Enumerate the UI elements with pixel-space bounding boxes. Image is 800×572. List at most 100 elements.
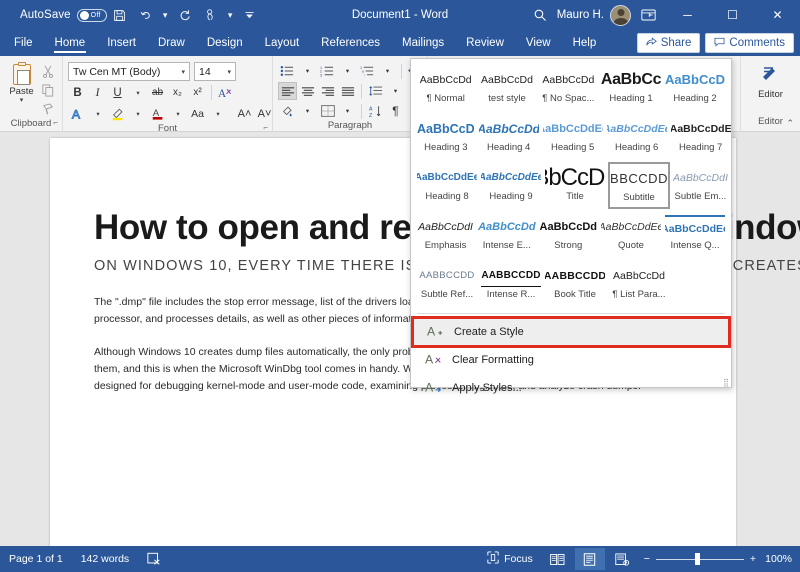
align-center-icon[interactable] — [298, 82, 317, 100]
search-icon[interactable] — [523, 8, 557, 22]
strikethrough-button[interactable]: ab — [148, 83, 167, 102]
font-size-combo[interactable]: 14 ▾ — [194, 62, 236, 81]
font-name-combo[interactable]: Tw Cen MT (Body) ▾ — [68, 62, 190, 81]
multilevel-list-icon[interactable]: 1ai — [358, 62, 377, 80]
style-item-heading-3[interactable]: AaBbCcD Heading 3 — [416, 113, 476, 160]
paste-button[interactable]: Paste ▾ — [5, 60, 38, 105]
tab-review[interactable]: Review — [455, 30, 515, 56]
style-item-list-paragraph[interactable]: AaBbCcDd ¶ List Para... — [608, 260, 670, 307]
user-name[interactable]: Mauro H. — [557, 9, 604, 21]
proofing-errors-icon[interactable] — [138, 546, 170, 572]
minimize-button[interactable]: ─ — [665, 0, 710, 30]
bullets-icon[interactable] — [278, 62, 297, 80]
save-icon[interactable] — [107, 2, 133, 28]
bullets-dropdown-icon[interactable]: ▾ — [298, 62, 317, 80]
multilevel-dropdown-icon[interactable]: ▾ — [378, 62, 397, 80]
style-item-quote[interactable]: AaBbCcDdEe Quote — [600, 211, 662, 258]
clear-formatting-icon[interactable]: A — [216, 83, 235, 102]
superscript-button[interactable]: x² — [188, 83, 207, 102]
numbering-dropdown-icon[interactable]: ▾ — [338, 62, 357, 80]
collapse-ribbon-icon[interactable]: ⌃ — [786, 118, 794, 129]
redo-icon[interactable] — [172, 2, 198, 28]
customize-quick-access-icon[interactable] — [237, 2, 263, 28]
cut-icon[interactable] — [38, 62, 57, 80]
autosave-toggle[interactable]: Off — [77, 9, 107, 22]
tab-view[interactable]: View — [515, 30, 562, 56]
style-item-subtitle[interactable]: AABBCCDDEE Subtitle — [608, 162, 670, 209]
share-button[interactable]: Share — [637, 33, 701, 53]
avatar[interactable] — [610, 5, 631, 26]
style-item-heading-5[interactable]: AaBbCcDdEe Heading 5 — [542, 113, 604, 160]
tab-design[interactable]: Design — [196, 30, 254, 56]
style-item-intense-quote[interactable]: AaBbCcDdEe Intense Q... — [664, 211, 726, 258]
tab-layout[interactable]: Layout — [254, 30, 311, 56]
shading-dropdown-icon[interactable]: ▾ — [298, 102, 317, 120]
underline-dropdown-icon[interactable]: ▾ — [128, 83, 147, 102]
format-painter-icon[interactable] — [38, 100, 57, 118]
web-layout-icon[interactable] — [607, 548, 637, 570]
italic-button[interactable]: I — [88, 83, 107, 102]
word-count[interactable]: 142 words — [72, 546, 138, 572]
zoom-slider-thumb[interactable] — [695, 553, 700, 565]
ribbon-display-options-icon[interactable] — [631, 9, 665, 21]
read-mode-icon[interactable] — [543, 548, 573, 570]
numbering-icon[interactable]: 123 — [318, 62, 337, 80]
style-item-heading-9[interactable]: AaBbCcDdEe Heading 9 — [480, 162, 542, 209]
tab-insert[interactable]: Insert — [96, 30, 147, 56]
show-formatting-marks-icon[interactable]: ¶ — [386, 102, 405, 120]
style-item-heading-7[interactable]: AaBbCcDdE Heading 7 — [670, 113, 732, 160]
borders-dropdown-icon[interactable]: ▾ — [338, 102, 357, 120]
style-item-emphasis[interactable]: AaBbCcDdI Emphasis — [416, 211, 475, 258]
close-button[interactable]: ✕ — [755, 0, 800, 30]
undo-icon[interactable] — [133, 2, 159, 28]
style-item-intense-emphasis[interactable]: AaBbCcDd Intense E... — [477, 211, 536, 258]
shading-icon[interactable] — [278, 102, 297, 120]
zoom-out-button[interactable]: − — [644, 553, 650, 565]
tab-references[interactable]: References — [310, 30, 391, 56]
editor-button[interactable]: Editor — [746, 60, 795, 100]
style-item-intense-reference[interactable]: AABBCCDD Intense R... — [480, 260, 542, 307]
style-item-book-title[interactable]: AABBCCDD Book Title — [544, 260, 606, 307]
undo-dropdown-icon[interactable]: ▾ — [159, 2, 172, 28]
zoom-slider[interactable] — [656, 553, 744, 565]
text-highlight-color-icon[interactable] — [108, 104, 127, 123]
subscript-button[interactable]: x₂ — [168, 83, 187, 102]
style-item-normal[interactable]: AaBbCcDd ¶ Normal — [416, 64, 475, 111]
change-case-dropdown-icon[interactable]: ▾ — [208, 104, 227, 123]
paste-dropdown-icon[interactable]: ▾ — [20, 97, 24, 105]
tab-draw[interactable]: Draw — [147, 30, 196, 56]
font-dialog-launcher[interactable]: ⌐ — [263, 123, 268, 132]
tab-file[interactable]: File — [0, 30, 44, 56]
tab-home[interactable]: Home — [44, 30, 97, 56]
bold-button[interactable]: B — [68, 83, 87, 102]
borders-icon[interactable] — [318, 102, 337, 120]
style-item-heading-4[interactable]: AaBbCcDd Heading 4 — [478, 113, 540, 160]
copy-icon[interactable] — [38, 81, 57, 99]
grow-font-button[interactable]: A˄ — [235, 104, 254, 123]
clear-formatting-menu-item[interactable]: A Clear Formatting — [411, 346, 731, 374]
underline-button[interactable]: U — [108, 83, 127, 102]
tab-mailings[interactable]: Mailings — [391, 30, 455, 56]
create-a-style-menu-item[interactable]: A Create a Style — [413, 318, 729, 346]
touch-mode-dropdown-icon[interactable]: ▾ — [224, 2, 237, 28]
font-color-dropdown-icon[interactable]: ▾ — [168, 104, 187, 123]
text-effects-icon[interactable]: A — [68, 104, 87, 123]
touch-mode-icon[interactable] — [198, 2, 224, 28]
resize-grip-icon[interactable]: ⣿ — [723, 380, 728, 385]
highlight-dropdown-icon[interactable]: ▾ — [128, 104, 147, 123]
style-item-subtle-reference[interactable]: AABBCCDD Subtle Ref... — [416, 260, 478, 307]
style-item-heading-2[interactable]: AaBbCcD Heading 2 — [664, 64, 726, 111]
page-indicator[interactable]: Page 1 of 1 — [0, 546, 72, 572]
tab-help[interactable]: Help — [562, 30, 608, 56]
zoom-level[interactable]: 100% — [762, 553, 792, 565]
style-item-subtle-emphasis[interactable]: AaBbCcDdI Subtle Em... — [672, 162, 729, 209]
style-item-test-style[interactable]: AaBbCcDd test style — [477, 64, 536, 111]
style-item-heading-1[interactable]: AaBbCc Heading 1 — [600, 64, 662, 111]
change-case-button[interactable]: Aa — [188, 104, 207, 123]
focus-mode-button[interactable]: Focus — [478, 546, 542, 572]
maximize-button[interactable]: ☐ — [710, 0, 755, 30]
style-item-no-spacing[interactable]: AaBbCcDd ¶ No Spac... — [539, 64, 598, 111]
zoom-in-button[interactable]: + — [750, 553, 756, 565]
style-item-strong[interactable]: AaBbCcDd Strong — [539, 211, 598, 258]
align-right-icon[interactable] — [318, 82, 337, 100]
